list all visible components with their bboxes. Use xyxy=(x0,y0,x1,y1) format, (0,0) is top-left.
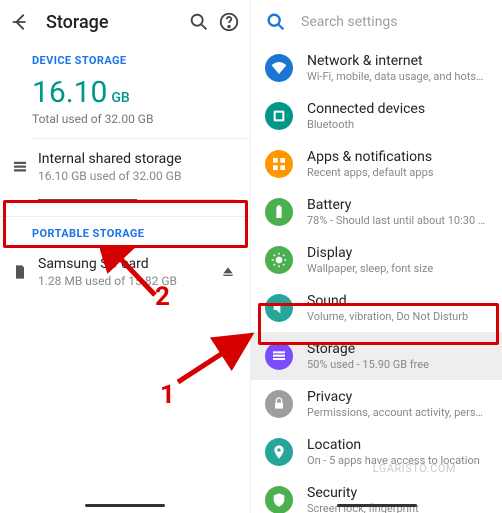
storage-title: Storage xyxy=(46,12,109,33)
settings-item-sub: Wi-Fi, mobile, data usage, and hotspot xyxy=(307,70,488,83)
sd-title: Samsung SD card xyxy=(38,256,220,272)
search-placeholder: Search settings xyxy=(301,14,398,30)
storage-used-total: 16.10GB xyxy=(0,73,250,110)
display-icon xyxy=(265,246,293,274)
security-icon xyxy=(265,486,293,513)
settings-item-connected[interactable]: Connected devicesBluetooth xyxy=(251,92,502,140)
nav-gesture-hint xyxy=(85,504,165,507)
internal-title: Internal shared storage xyxy=(38,151,236,167)
settings-list: Network & internetWi-Fi, mobile, data us… xyxy=(251,44,502,513)
apps-icon xyxy=(265,150,293,178)
search-icon xyxy=(265,11,287,33)
settings-item-privacy[interactable]: PrivacyPermissions, account activity, pe… xyxy=(251,380,502,428)
network-icon xyxy=(265,54,293,82)
internal-usage-bar xyxy=(38,199,236,202)
settings-item-title: Privacy xyxy=(307,389,488,405)
settings-item-title: Storage xyxy=(307,341,488,357)
sd-card-icon xyxy=(10,264,30,280)
settings-item-title: Connected devices xyxy=(307,101,488,117)
privacy-icon xyxy=(265,390,293,418)
settings-item-title: Security xyxy=(307,485,488,501)
sd-sub: 1.28 MB used of 15.82 GB xyxy=(38,274,220,288)
settings-search-bar[interactable]: Search settings xyxy=(251,0,502,44)
settings-item-sound[interactable]: SoundVolume, vibration, Do Not Disturb xyxy=(251,284,502,332)
help-icon[interactable] xyxy=(218,11,240,33)
settings-item-apps[interactable]: Apps & notificationsRecent apps, default… xyxy=(251,140,502,188)
settings-item-sub: 50% used - 15.90 GB free xyxy=(307,358,488,371)
search-icon[interactable] xyxy=(188,11,210,33)
settings-item-sub: Permissions, account activity, personal … xyxy=(307,406,488,419)
settings-item-sub: Wallpaper, sleep, font size xyxy=(307,262,488,275)
settings-item-sub: Volume, vibration, Do Not Disturb xyxy=(307,310,488,323)
internal-storage-row[interactable]: Internal shared storage 16.10 GB used of… xyxy=(0,139,250,193)
sd-card-row[interactable]: Samsung SD card 1.28 MB used of 15.82 GB xyxy=(0,246,250,298)
settings-item-sub: 78% - Should last until about 10:30 PM xyxy=(307,214,488,227)
settings-item-title: Location xyxy=(307,437,488,453)
settings-item-sub: Bluetooth xyxy=(307,118,488,131)
connected-icon xyxy=(265,102,293,130)
storage-screen: Storage DEVICE STORAGE 16.10GB Total use… xyxy=(0,0,251,513)
settings-item-network[interactable]: Network & internetWi-Fi, mobile, data us… xyxy=(251,44,502,92)
watermark: LGARISTO.COM xyxy=(373,462,456,475)
settings-screen: Search settings Network & internetWi-Fi,… xyxy=(251,0,502,513)
settings-item-storage[interactable]: Storage50% used - 15.90 GB free xyxy=(251,332,502,380)
settings-item-title: Sound xyxy=(307,293,488,309)
settings-item-title: Battery xyxy=(307,197,488,213)
nav-gesture-hint xyxy=(337,504,417,507)
portable-storage-label: PORTABLE STORAGE xyxy=(0,217,250,246)
settings-item-title: Display xyxy=(307,245,488,261)
eject-icon[interactable] xyxy=(220,264,236,280)
used-subtitle: Total used of 32.00 GB xyxy=(0,110,250,138)
settings-item-sub: Recent apps, default apps xyxy=(307,166,488,179)
storage-app-bar: Storage xyxy=(0,0,250,44)
storage-icon xyxy=(10,158,30,176)
used-unit: GB xyxy=(111,90,129,106)
sound-icon xyxy=(265,294,293,322)
device-storage-label: DEVICE STORAGE xyxy=(0,44,250,73)
settings-item-security[interactable]: SecurityScreen lock, fingerprint xyxy=(251,476,502,513)
used-value: 16.10 xyxy=(32,75,107,110)
battery-icon xyxy=(265,198,293,226)
settings-item-display[interactable]: DisplayWallpaper, sleep, font size xyxy=(251,236,502,284)
location-icon xyxy=(265,438,293,466)
back-icon[interactable] xyxy=(10,11,32,33)
internal-sub: 16.10 GB used of 32.00 GB xyxy=(38,169,236,183)
settings-item-title: Apps & notifications xyxy=(307,149,488,165)
settings-item-title: Network & internet xyxy=(307,53,488,69)
storage-icon xyxy=(265,342,293,370)
settings-item-battery[interactable]: Battery78% - Should last until about 10:… xyxy=(251,188,502,236)
